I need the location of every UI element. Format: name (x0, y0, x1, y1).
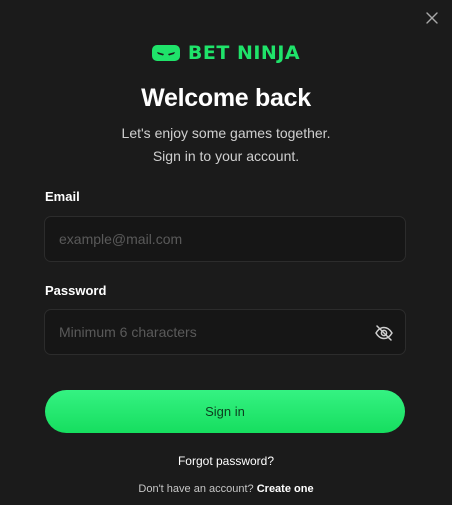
dialog-subtitle-line1: Let's enjoy some games together. (121, 125, 331, 141)
email-field-wrapper (44, 216, 406, 262)
password-field-wrapper (44, 309, 406, 355)
email-field[interactable] (45, 217, 405, 261)
brand-logo: BET NINJA (0, 42, 452, 64)
dialog-title: Welcome back (141, 84, 311, 112)
sign-in-dialog: BET NINJA Welcome back Let's enjoy some … (0, 0, 452, 505)
brand-name: BET NINJA (187, 42, 301, 64)
ninja-mask-icon (151, 45, 180, 61)
signup-prompt: Don't have an account? (138, 483, 254, 495)
sign-in-button[interactable]: Sign in (45, 390, 405, 433)
create-account-link[interactable]: Create one (257, 483, 314, 495)
password-label: Password (45, 283, 107, 298)
dialog-subtitle-line2: Sign in to your account. (152, 148, 300, 164)
password-visibility-toggle[interactable] (374, 323, 394, 343)
close-icon (426, 12, 438, 24)
password-field[interactable] (45, 310, 405, 354)
forgot-password-link[interactable]: Forgot password? (0, 454, 452, 468)
close-button[interactable] (424, 10, 440, 26)
email-label: Email (45, 189, 80, 204)
signup-row: Don't have an account? Create one (0, 483, 452, 495)
eye-off-icon (375, 325, 393, 341)
